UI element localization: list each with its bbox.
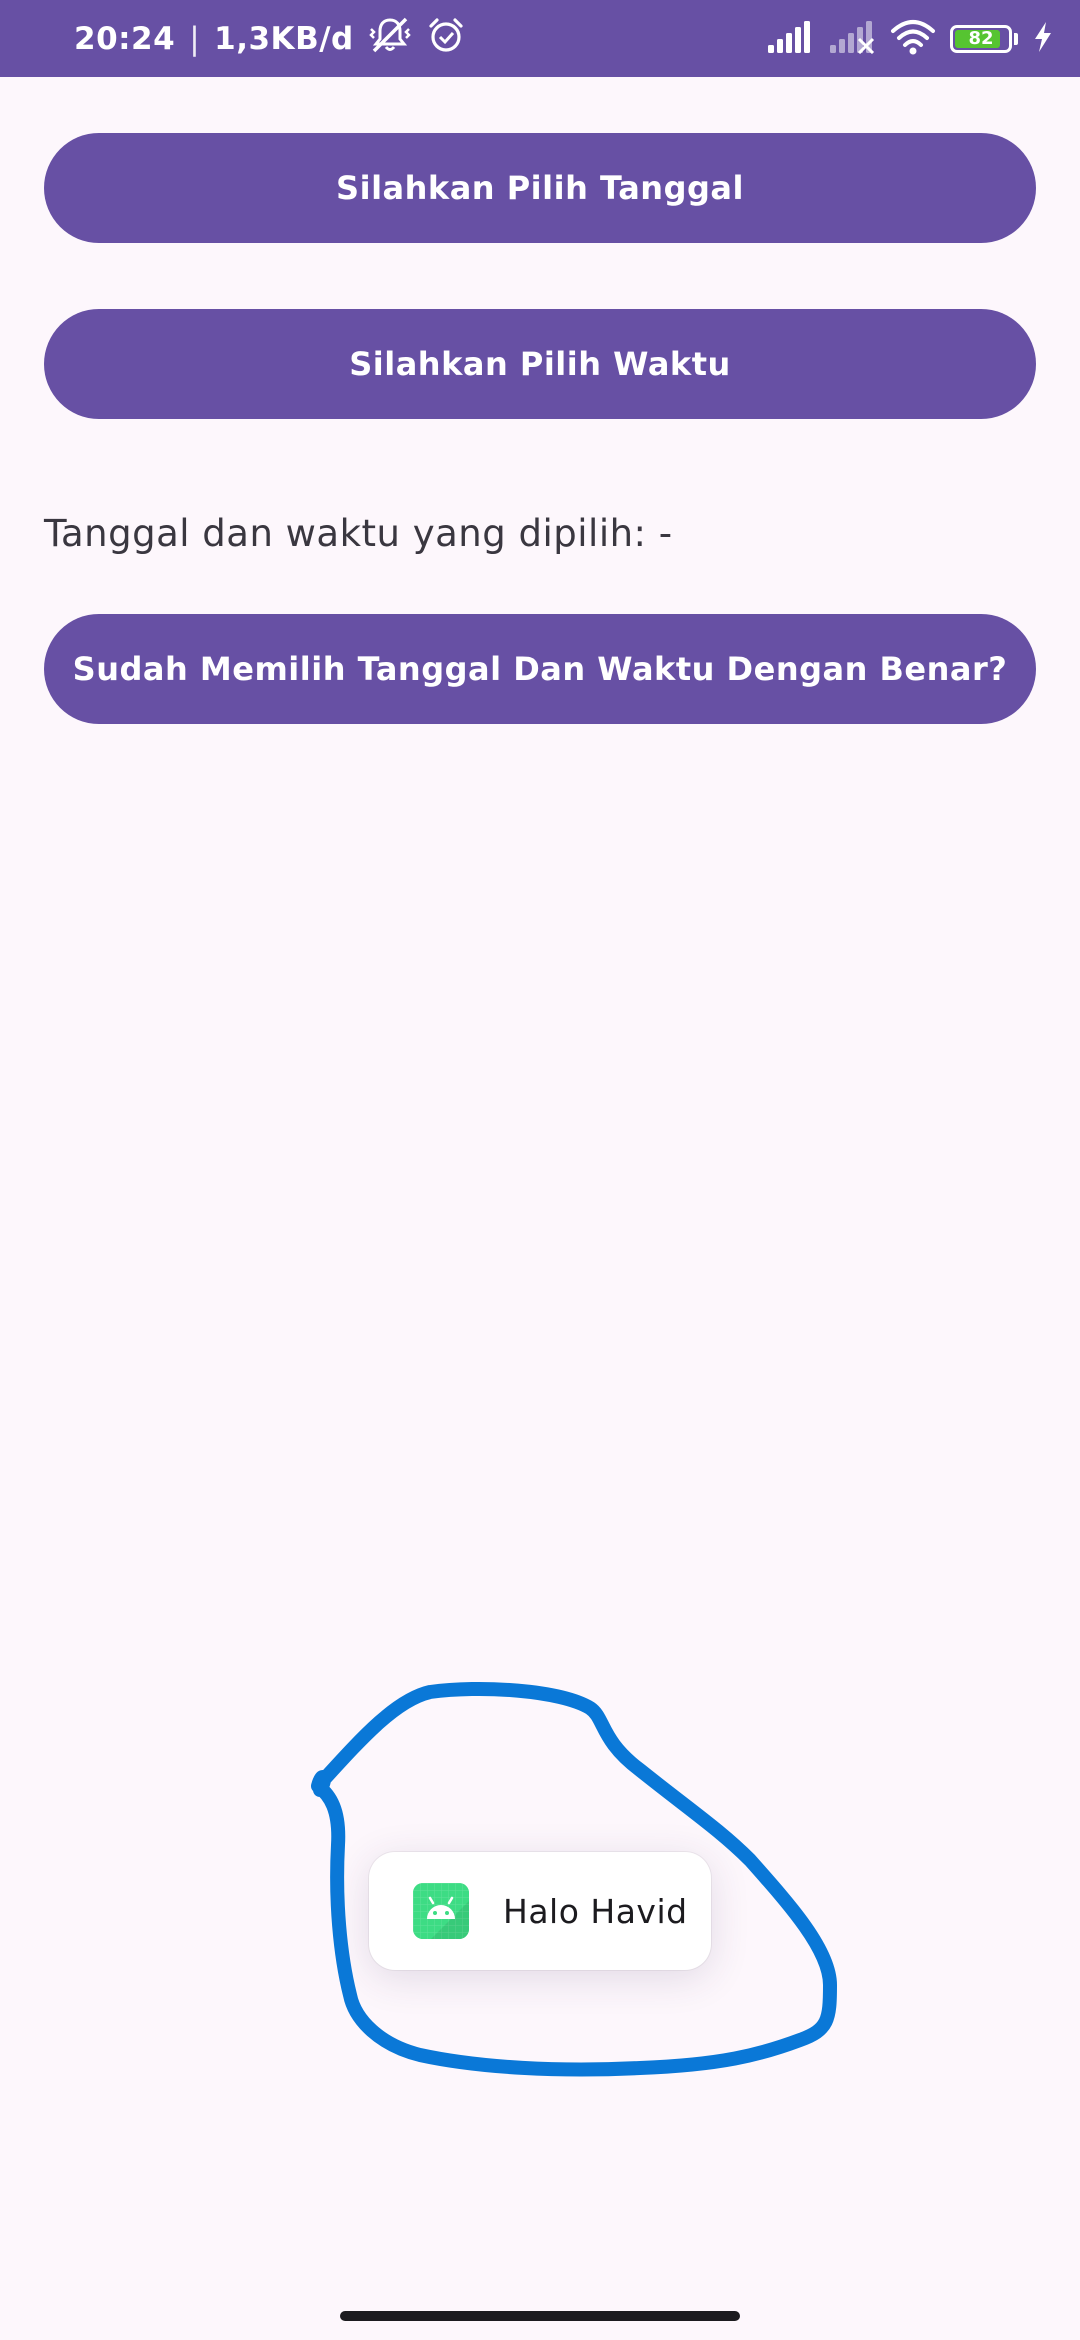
navigation-handle[interactable]: [340, 2311, 740, 2321]
battery-level: 82: [968, 28, 994, 49]
status-bar: 20:24 | 1,3KB/d 82: [0, 0, 1080, 77]
wifi-icon: [890, 19, 936, 59]
status-time: 20:24: [74, 20, 176, 57]
battery-icon: 82: [950, 24, 1012, 53]
network-speed: 1,3KB/d: [214, 20, 354, 57]
cellular-signal-no-service-icon: [828, 20, 876, 58]
toast: Halo Havid: [369, 1852, 711, 1970]
confirm-datetime-button[interactable]: Sudah Memilih Tanggal Dan Waktu Dengan B…: [44, 614, 1036, 724]
battery-cap: [1014, 32, 1018, 45]
cellular-signal-icon: [766, 20, 814, 58]
android-app-icon: [413, 1883, 469, 1939]
pick-time-button[interactable]: Silahkan Pilih Waktu: [44, 309, 1036, 419]
alarm-icon: [426, 15, 466, 63]
mute-vibrate-icon: [368, 15, 412, 63]
selected-datetime-text: Tanggal dan waktu yang dipilih: -: [44, 512, 673, 555]
status-left: 20:24 | 1,3KB/d: [74, 0, 466, 77]
pick-date-button[interactable]: Silahkan Pilih Tanggal: [44, 133, 1036, 243]
toast-message: Halo Havid: [503, 1891, 688, 1931]
charging-icon: [1032, 21, 1054, 57]
status-right: 82: [766, 0, 1054, 77]
status-separator: |: [189, 20, 201, 57]
